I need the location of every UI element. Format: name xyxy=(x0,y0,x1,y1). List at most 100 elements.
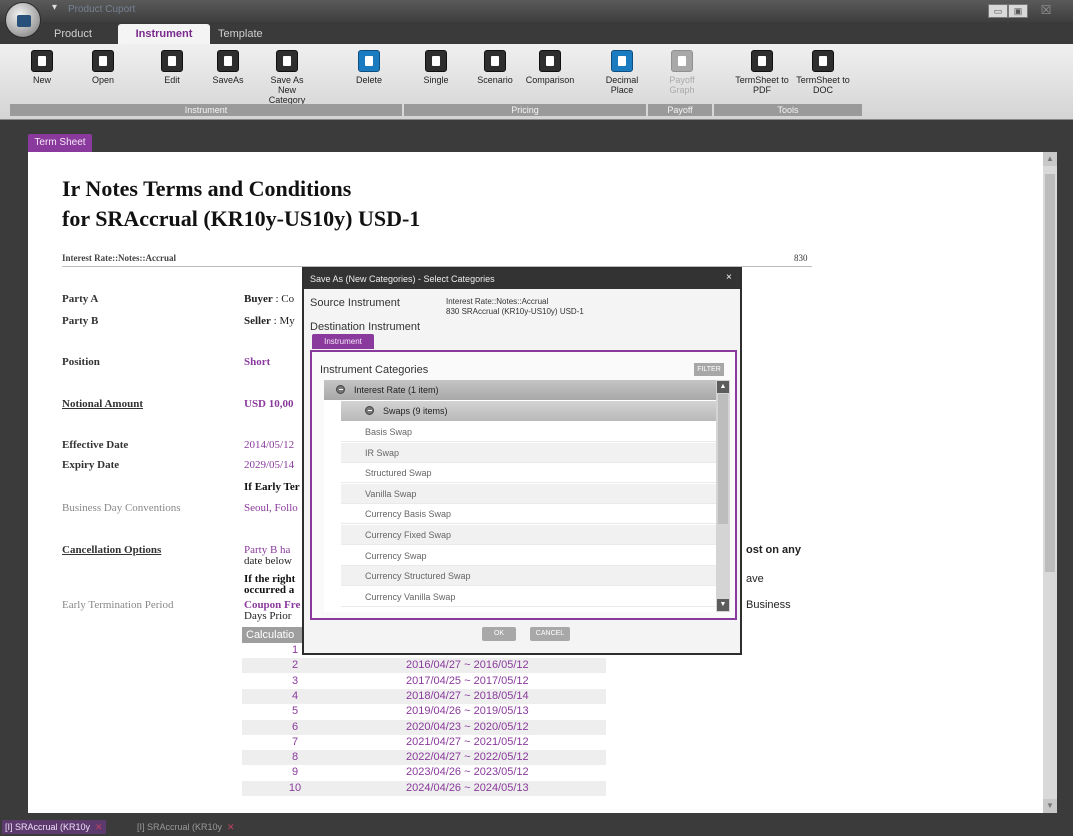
ok-button[interactable]: OK xyxy=(482,627,516,641)
scenario-label: Scenario xyxy=(477,75,513,85)
close-tab-icon[interactable]: ✕ xyxy=(95,822,103,832)
new-document-icon xyxy=(31,50,53,72)
row-period: 2017/04/25 ~ 2017/05/12 xyxy=(406,674,529,687)
payoff-label-1: Payoff xyxy=(669,75,695,85)
minimize-button[interactable]: ▭ xyxy=(988,4,1008,18)
cancellation-tail-1-text: ost on any xyxy=(746,544,802,556)
party-b-value: Seller : My xyxy=(244,315,295,327)
tree-leaf-item[interactable]: Currency Vanilla Swap xyxy=(341,587,716,607)
scroll-down-icon[interactable]: ▼ xyxy=(1043,799,1057,813)
calculator-icon xyxy=(425,50,447,72)
tree-node-swaps[interactable]: Swaps (9 items) xyxy=(341,401,716,421)
expiry-date-value: 2029/05/14 xyxy=(244,459,295,471)
collapse-icon[interactable] xyxy=(365,406,374,415)
tree-scrollbar[interactable]: ▲ ▼ xyxy=(716,380,730,612)
label-effective-date: Effective Date xyxy=(62,439,129,451)
table-row: 6 2020/04/23 ~ 2020/05/12 xyxy=(242,719,606,735)
row-period: 2020/04/23 ~ 2020/05/12 xyxy=(406,720,529,733)
scroll-up-icon[interactable]: ▲ xyxy=(717,381,729,393)
tree-leaf-item[interactable]: IR Swap xyxy=(341,442,716,463)
label-early-termination-period: Early Termination Period xyxy=(62,599,174,611)
coupon-tail: Business xyxy=(746,599,791,611)
tab-template[interactable]: Template xyxy=(218,24,263,44)
categories-title: Instrument Categories xyxy=(320,364,429,376)
edit-button[interactable]: Edit xyxy=(144,50,200,85)
scroll-up-icon[interactable]: ▲ xyxy=(1043,152,1057,166)
scroll-thumb[interactable] xyxy=(1045,174,1055,572)
tree-leaf-item[interactable]: Structured Swap xyxy=(341,463,716,484)
tree-leaf-item[interactable]: Currency Swap xyxy=(341,546,716,566)
label-party-b: Party B xyxy=(62,315,99,327)
payoff-graph-button[interactable]: Payoff Graph xyxy=(654,50,710,95)
tab-instrument[interactable]: Instrument xyxy=(118,24,210,44)
vertical-scrollbar[interactable]: ▲ ▼ xyxy=(1043,152,1057,813)
source-name: 830 SRAccrual (KR10y-US10y) USD-1 xyxy=(446,307,584,316)
single-button[interactable]: Single xyxy=(408,50,464,85)
document-tab-1[interactable]: [I] SRAccrual (KR10y ✕ xyxy=(2,820,106,834)
refresh-icon xyxy=(611,50,633,72)
document-tab-1-label: [I] SRAccrual (KR10y xyxy=(5,822,91,832)
buyer-label: Buyer xyxy=(244,293,273,305)
table-row: 2 2016/04/27 ~ 2016/05/12 xyxy=(242,658,606,674)
comparison-label: Comparison xyxy=(525,75,575,85)
cancel-button[interactable]: CANCEL xyxy=(530,627,570,641)
cancellation-line-4: occurred a xyxy=(244,584,295,596)
tree-leaf-item[interactable]: Currency Fixed Swap xyxy=(341,525,716,545)
open-button[interactable]: Open xyxy=(75,50,131,85)
tree-scroll-thumb[interactable] xyxy=(718,394,728,524)
saveas-new-category-button[interactable]: Save As New Category xyxy=(259,50,315,105)
save-as-dialog: Save As (New Categories) - Select Catego… xyxy=(302,267,742,655)
ribbon: New Open Edit SaveAs Save As New Category… xyxy=(0,44,1073,120)
qat-dropdown-icon[interactable]: ▾ xyxy=(52,2,57,13)
cancellation-line-2: date below xyxy=(244,555,292,567)
ts-doc-label-1: TermSheet to xyxy=(796,75,850,85)
termsheet-pdf-button[interactable]: TermSheet to PDF xyxy=(734,50,790,95)
row-period: 2023/04/26 ~ 2023/05/12 xyxy=(406,766,529,779)
filter-button[interactable]: FILTER xyxy=(694,363,724,376)
tree-leaf-item[interactable]: Vanilla Swap xyxy=(341,483,716,504)
termsheet-doc-button[interactable]: TermSheet to DOC xyxy=(795,50,851,95)
trash-icon xyxy=(358,50,380,72)
document-tab-2-label: [I] SRAccrual (KR10y xyxy=(137,822,223,832)
cancellation-tail-1: ost on any xyxy=(746,544,801,556)
close-window-button[interactable]: ☒ xyxy=(1036,4,1056,18)
app-menu-button[interactable] xyxy=(5,2,41,38)
scenario-button[interactable]: Scenario xyxy=(467,50,523,85)
delete-button[interactable]: Delete xyxy=(341,50,397,85)
tree-node-interest-rate[interactable]: Interest Rate (1 item) xyxy=(324,380,716,400)
tree-leaf-item[interactable]: Basis Swap xyxy=(341,422,716,442)
tab-term-sheet[interactable]: Term Sheet xyxy=(28,134,92,152)
effective-date-value: 2014/05/12 xyxy=(244,439,295,451)
chart-icon xyxy=(671,50,693,72)
edit-label: Edit xyxy=(164,75,180,85)
scroll-down-icon[interactable]: ▼ xyxy=(717,599,729,611)
close-tab-icon[interactable]: ✕ xyxy=(227,822,235,832)
bdc-value: Seoul, Follo xyxy=(244,502,298,514)
doc-document-icon xyxy=(812,50,834,72)
group-tools: Tools xyxy=(714,104,862,116)
tree-leaf-item[interactable]: Currency Structured Swap xyxy=(341,566,716,587)
decimal-place-button[interactable]: Decimal Place xyxy=(594,50,650,95)
source-instrument-value: Interest Rate::Notes::Accrual 830 SRAccr… xyxy=(446,297,584,317)
ts-pdf-label-2: PDF xyxy=(753,85,771,95)
table-row: 10 2024/04/26 ~ 2024/05/13 xyxy=(242,780,606,796)
monitor-icon xyxy=(484,50,506,72)
dialog-close-icon[interactable]: × xyxy=(726,272,732,283)
saveas-label: SaveAs xyxy=(212,75,244,85)
table-row: 7 2021/04/27 ~ 2021/05/12 xyxy=(242,735,606,750)
document-tab-2[interactable]: [I] SRAccrual (KR10y ✕ xyxy=(134,820,238,834)
notional-value: USD 10,00 xyxy=(244,398,294,410)
tab-instrument-categories[interactable]: Instrument xyxy=(312,334,374,349)
save-category-icon xyxy=(276,50,298,72)
comparison-button[interactable]: Comparison xyxy=(522,50,578,85)
source-instrument-label: Source Instrument xyxy=(310,297,400,309)
row-period: 2019/04/26 ~ 2019/05/13 xyxy=(406,705,529,718)
table-row: 3 2017/04/25 ~ 2017/05/12 xyxy=(242,674,606,689)
maximize-button[interactable]: ▣ xyxy=(1008,4,1028,18)
saveas-button[interactable]: SaveAs xyxy=(200,50,256,85)
row-number: 5 xyxy=(291,705,299,718)
tree-leaf-item[interactable]: Currency Basis Swap xyxy=(341,504,716,525)
collapse-icon[interactable] xyxy=(336,385,345,394)
new-button[interactable]: New xyxy=(14,50,70,85)
tab-product[interactable]: Product xyxy=(54,24,92,44)
